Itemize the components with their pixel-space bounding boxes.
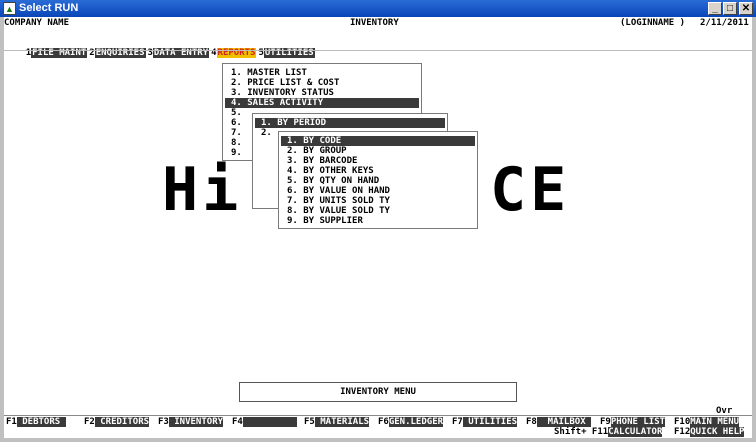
background-banner-right: CE — [490, 155, 571, 225]
reports-item-inventory-status[interactable]: 3. INVENTORY STATUS — [231, 88, 334, 98]
reports-item-8[interactable]: 8. — [231, 138, 242, 148]
fkey-materials[interactable]: F5 MATERIALS — [304, 417, 370, 427]
reports-item-sales-activity[interactable]: 4. SALES ACTIVITY — [225, 98, 419, 108]
fkey-mailbox[interactable]: F8 MAILBOX — [526, 417, 592, 427]
company-name: COMPANY NAME — [4, 18, 70, 28]
by-period-submenu: 1. BY CODE 2. BY GROUP 3. BY BARCODE 4. … — [278, 131, 478, 229]
maximize-button[interactable]: □ — [723, 2, 737, 15]
fkey-f4-blank[interactable]: F4 — [232, 417, 298, 427]
fkey-divider — [4, 415, 752, 416]
menu-divider — [4, 50, 752, 51]
fkey-quick-help[interactable]: F12QUICK HELP — [674, 427, 745, 437]
period-item-by-value-on-hand[interactable]: 6. BY VALUE ON HAND — [287, 186, 390, 196]
reports-item-9[interactable]: 9. — [231, 148, 242, 158]
sales-item-by-period[interactable]: 1. BY PERIOD — [255, 118, 445, 128]
window-title: Select RUN — [19, 2, 79, 14]
fkey-utilities[interactable]: F7 UTILITIES — [452, 417, 518, 427]
fkey-main-menu[interactable]: F10MAIN MENU — [674, 417, 740, 427]
run-app-icon: ▲ — [3, 2, 16, 15]
period-item-by-group[interactable]: 2. BY GROUP — [287, 146, 347, 156]
module-title: INVENTORY — [350, 18, 399, 28]
period-item-by-qty-on-hand[interactable]: 5. BY QTY ON HAND — [287, 176, 379, 186]
current-date: 2/11/2011 — [700, 18, 749, 28]
fkey-calculator[interactable]: Shift+ F11CALCULATOR — [554, 427, 663, 437]
period-item-by-value-sold[interactable]: 8. BY VALUE SOLD TY — [287, 206, 390, 216]
fkey-gen-ledger[interactable]: F6GEN.LEDGER — [378, 417, 444, 427]
fkey-phone-list[interactable]: F9PHONE LIST — [600, 417, 666, 427]
menu-title-box: INVENTORY MENU — [239, 382, 517, 402]
fkey-debtors[interactable]: F1 DEBTORS — [6, 417, 66, 427]
window-title-bar[interactable]: ▲ Select RUN _ □ ✕ — [0, 0, 756, 17]
period-item-by-units-sold[interactable]: 7. BY UNITS SOLD TY — [287, 196, 390, 206]
reports-item-6[interactable]: 6. — [231, 118, 242, 128]
period-item-by-supplier[interactable]: 9. BY SUPPLIER — [287, 216, 363, 226]
fkey-inventory[interactable]: F3 INVENTORY — [158, 417, 224, 427]
reports-item-5[interactable]: 5. — [231, 108, 242, 118]
period-item-by-code[interactable]: 1. BY CODE — [281, 136, 475, 146]
reports-item-7[interactable]: 7. — [231, 128, 242, 138]
sales-item-2[interactable]: 2. — [261, 128, 272, 138]
period-item-by-barcode[interactable]: 3. BY BARCODE — [287, 156, 357, 166]
period-item-by-other-keys[interactable]: 4. BY OTHER KEYS — [287, 166, 374, 176]
function-key-bar-2: Shift+ F11CALCULATOR F12QUICK HELP — [4, 427, 752, 438]
login-name: (LOGINNAME ) — [620, 18, 686, 28]
close-button[interactable]: ✕ — [739, 2, 753, 15]
minimize-button[interactable]: _ — [708, 2, 722, 15]
fkey-creditors[interactable]: F2 CREDITORS — [84, 417, 150, 427]
main-menu-bar: 1FILE MAINT 2ENQUIRIES 3DATA ENTRY 4REPORTS… — [4, 38, 317, 58]
reports-item-price-list[interactable]: 2. PRICE LIST & COST — [231, 78, 339, 88]
terminal-screen: COMPANY NAME INVENTORY (LOGINNAME ) 2/11… — [4, 17, 752, 438]
reports-item-master-list[interactable]: 1. MASTER LIST — [231, 68, 307, 78]
